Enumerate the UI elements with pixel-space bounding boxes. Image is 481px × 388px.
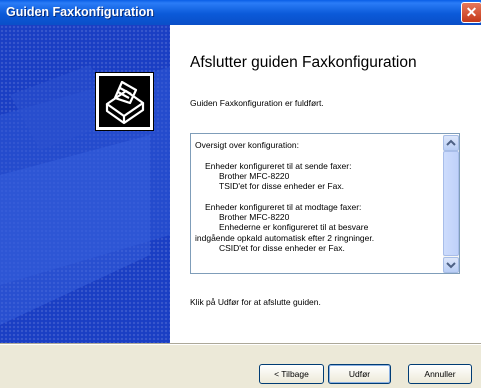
intro-text: Guiden Faxkonfiguration er fuldført. <box>190 98 324 108</box>
send-header: Enheder konfigureret til at sende faxer: <box>205 160 352 171</box>
send-tsid: TSID'et for disse enheder er Fax. <box>219 181 344 192</box>
scroll-down-arrow-icon <box>446 262 456 269</box>
title-bar: Guiden Faxkonfiguration ✕ <box>0 0 481 25</box>
back-button[interactable]: < Tilbage <box>259 364 324 384</box>
scroll-thumb[interactable] <box>443 151 459 256</box>
scroll-up-arrow-icon <box>446 139 456 146</box>
window-title: Guiden Faxkonfiguration <box>6 5 154 19</box>
page-title: Afslutter guiden Faxkonfiguration <box>190 54 417 71</box>
wizard-sidebar <box>0 25 170 343</box>
receive-auto-line2: indgående opkald automatisk efter 2 ring… <box>195 232 375 243</box>
summary-title: Oversigt over konfiguration: <box>195 140 299 150</box>
close-button[interactable]: ✕ <box>461 2 481 23</box>
button-separator <box>0 343 481 345</box>
scroll-up-button[interactable] <box>443 135 459 151</box>
fax-machine-icon <box>95 72 154 131</box>
cancel-button[interactable]: Annuller <box>408 364 472 384</box>
vertical-scrollbar[interactable] <box>443 135 459 273</box>
outro-text: Klik på Udfør for at afslutte guiden. <box>190 297 321 307</box>
receive-header: Enheder konfigureret til at modtage faxe… <box>205 201 362 212</box>
close-icon: ✕ <box>465 4 478 20</box>
receive-csid: CSID'et for disse enheder er Fax. <box>219 242 345 253</box>
receive-device: Brother MFC-8220 <box>219 212 290 223</box>
finish-button[interactable]: Udfør <box>328 364 391 384</box>
scroll-down-button[interactable] <box>443 257 459 273</box>
send-device: Brother MFC-8220 <box>219 170 290 181</box>
summary-text: Oversigt over konfiguration: Enheder kon… <box>195 140 445 253</box>
summary-textbox[interactable]: Oversigt over konfiguration: Enheder kon… <box>190 133 460 274</box>
receive-auto-line1: Enhederne er konfigureret til at besvare <box>219 222 369 233</box>
